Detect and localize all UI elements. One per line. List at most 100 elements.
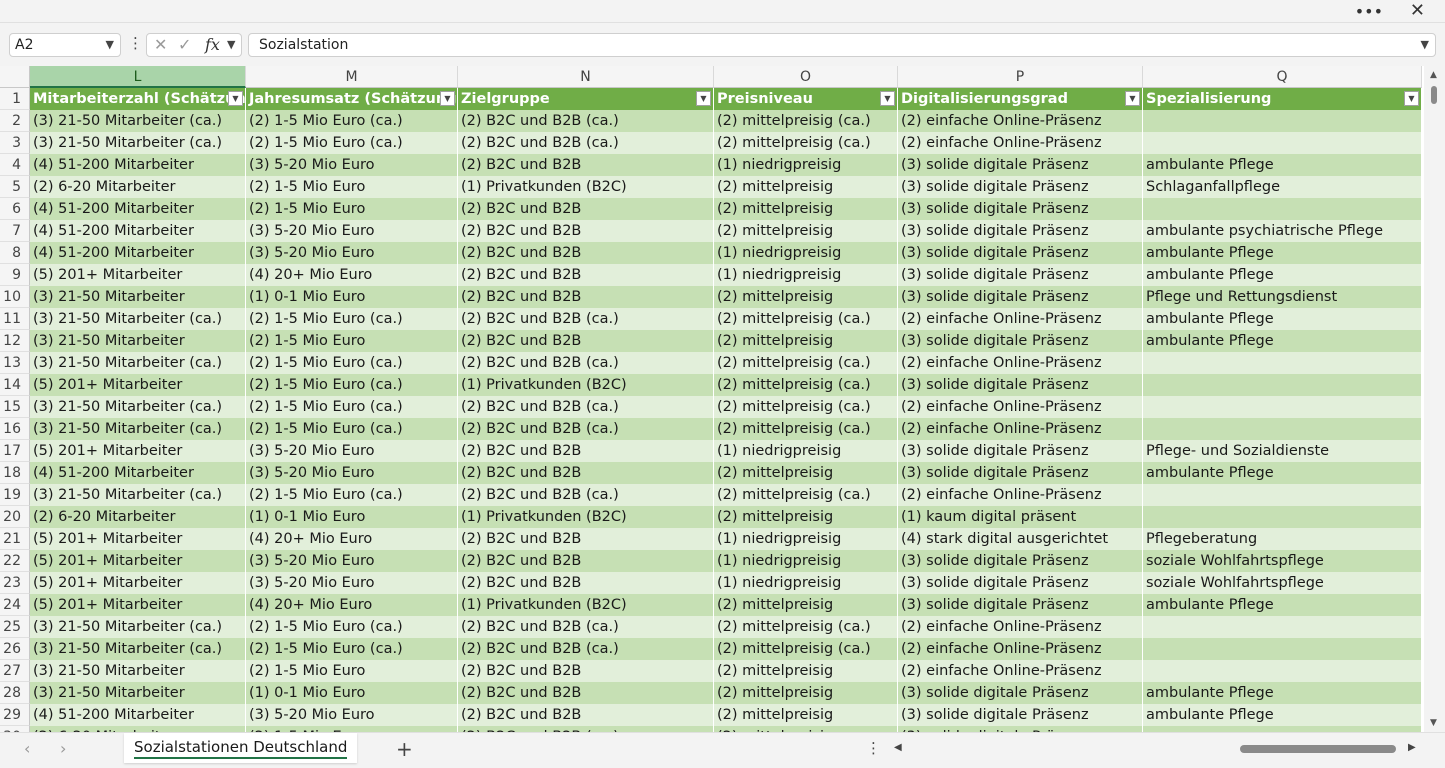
table-cell[interactable]: (2) 1-5 Mio Euro (ca.)	[246, 132, 458, 154]
table-cell[interactable]: (1) niedrigpreisig	[714, 264, 898, 286]
function-icon[interactable]: fx	[205, 35, 220, 54]
row-number[interactable]: 17	[0, 440, 30, 462]
table-cell[interactable]: (3) 21-50 Mitarbeiter (ca.)	[30, 396, 246, 418]
table-cell[interactable]: (3) 21-50 Mitarbeiter	[30, 286, 246, 308]
table-cell[interactable]: (3) 21-50 Mitarbeiter (ca.)	[30, 616, 246, 638]
table-cell[interactable]: Schlaganfallpflege	[1143, 176, 1422, 198]
table-cell[interactable]: (3) 5-20 Mio Euro	[246, 242, 458, 264]
table-cell[interactable]: (1) 0-1 Mio Euro	[246, 682, 458, 704]
table-cell[interactable]: (2) B2C und B2B (ca.)	[458, 308, 714, 330]
table-cell[interactable]: (3) solide digitale Präsenz	[898, 242, 1143, 264]
table-cell[interactable]: (3) 21-50 Mitarbeiter (ca.)	[30, 110, 246, 132]
table-cell[interactable]: (2) einfache Online-Präsenz	[898, 418, 1143, 440]
table-cell[interactable]: (5) 201+ Mitarbeiter	[30, 374, 246, 396]
table-cell[interactable]: (2) 1-5 Mio Euro (ca.)	[246, 638, 458, 660]
table-cell[interactable]	[1143, 352, 1422, 374]
table-cell[interactable]: (2) mittelpreisig	[714, 220, 898, 242]
table-cell[interactable]: (3) 5-20 Mio Euro	[246, 462, 458, 484]
table-cell[interactable]: (2) mittelpreisig	[714, 198, 898, 220]
table-cell[interactable]: (2) B2C und B2B	[458, 198, 714, 220]
table-cell[interactable]: (5) 201+ Mitarbeiter	[30, 550, 246, 572]
next-sheet-icon[interactable]: ›	[60, 739, 66, 758]
sheet-tab[interactable]: Sozialstationen Deutschland	[124, 733, 358, 763]
table-cell[interactable]: (3) 5-20 Mio Euro	[246, 154, 458, 176]
row-number[interactable]: 15	[0, 396, 30, 418]
row-number[interactable]: 29	[0, 704, 30, 726]
row-number[interactable]: 16	[0, 418, 30, 440]
table-cell[interactable]: (2) mittelpreisig	[714, 330, 898, 352]
table-cell[interactable]: Pflege- und Sozialdienste	[1143, 440, 1422, 462]
table-cell[interactable]: (2) 1-5 Mio Euro (ca.)	[246, 484, 458, 506]
table-cell[interactable]: (1) 0-1 Mio Euro	[246, 286, 458, 308]
table-cell[interactable]: (1) Privatkunden (B2C)	[458, 594, 714, 616]
row-number[interactable]: 3	[0, 132, 30, 154]
table-cell[interactable]: (2) einfache Online-Präsenz	[898, 132, 1143, 154]
table-cell[interactable]: (2) B2C und B2B	[458, 330, 714, 352]
table-cell[interactable]: (1) niedrigpreisig	[714, 440, 898, 462]
table-cell[interactable]: (4) 20+ Mio Euro	[246, 264, 458, 286]
column-header[interactable]: P	[898, 66, 1143, 88]
table-cell[interactable]: (3) 5-20 Mio Euro	[246, 572, 458, 594]
table-cell[interactable]: (2) 1-5 Mio Euro	[246, 660, 458, 682]
check-icon[interactable]: ✓	[178, 35, 191, 54]
table-cell[interactable]: (3) solide digitale Präsenz	[898, 286, 1143, 308]
table-cell[interactable]: ambulante Pflege	[1143, 308, 1422, 330]
table-cell[interactable]: (3) solide digitale Präsenz	[898, 154, 1143, 176]
table-cell[interactable]: (2) mittelpreisig	[714, 286, 898, 308]
table-cell[interactable]: (2) B2C und B2B	[458, 572, 714, 594]
table-cell[interactable]	[1143, 660, 1422, 682]
table-cell[interactable]: (3) solide digitale Präsenz	[898, 374, 1143, 396]
table-cell[interactable]	[1143, 616, 1422, 638]
table-cell[interactable]: (1) niedrigpreisig	[714, 242, 898, 264]
table-cell[interactable]: (2) 1-5 Mio Euro (ca.)	[246, 374, 458, 396]
row-number[interactable]: 21	[0, 528, 30, 550]
table-cell[interactable]: (3) 21-50 Mitarbeiter (ca.)	[30, 418, 246, 440]
table-cell[interactable]: (2) mittelpreisig (ca.)	[714, 418, 898, 440]
scroll-thumb[interactable]	[1431, 86, 1437, 104]
table-cell[interactable]: (3) solide digitale Präsenz	[898, 176, 1143, 198]
table-cell[interactable]: (2) B2C und B2B (ca.)	[458, 352, 714, 374]
table-cell[interactable]: (1) niedrigpreisig	[714, 154, 898, 176]
table-cell[interactable]: (2) mittelpreisig	[714, 462, 898, 484]
table-cell[interactable]: ambulante Pflege	[1143, 704, 1422, 726]
row-number[interactable]: 25	[0, 616, 30, 638]
row-number[interactable]: 4	[0, 154, 30, 176]
table-cell[interactable]: ambulante Pflege	[1143, 462, 1422, 484]
table-cell[interactable]: (5) 201+ Mitarbeiter	[30, 528, 246, 550]
table-cell[interactable]: (1) kaum digital präsent	[898, 506, 1143, 528]
more-dots-icon[interactable]: •••	[1355, 2, 1383, 21]
row-number[interactable]: 9	[0, 264, 30, 286]
row-number[interactable]: 11	[0, 308, 30, 330]
table-cell[interactable]: (2) 1-5 Mio Euro (ca.)	[246, 396, 458, 418]
filter-dropdown-icon[interactable]: ▼	[696, 91, 711, 106]
filter-dropdown-icon[interactable]: ▼	[228, 91, 243, 106]
table-cell[interactable]: (3) solide digitale Präsenz	[898, 594, 1143, 616]
table-cell[interactable]: (2) 1-5 Mio Euro	[246, 198, 458, 220]
table-cell[interactable]: (1) Privatkunden (B2C)	[458, 176, 714, 198]
table-cell[interactable]: ambulante Pflege	[1143, 154, 1422, 176]
formula-input[interactable]: Sozialstation ▼	[248, 33, 1436, 57]
table-cell[interactable]: (4) 51-200 Mitarbeiter	[30, 154, 246, 176]
table-cell[interactable]: (3) 21-50 Mitarbeiter (ca.)	[30, 484, 246, 506]
table-cell[interactable]: (5) 201+ Mitarbeiter	[30, 440, 246, 462]
table-cell[interactable]: (2) mittelpreisig	[714, 594, 898, 616]
row-number[interactable]: 20	[0, 506, 30, 528]
table-cell[interactable]	[1143, 132, 1422, 154]
table-cell[interactable]: (2) B2C und B2B	[458, 528, 714, 550]
filter-dropdown-icon[interactable]: ▼	[1125, 91, 1140, 106]
table-cell[interactable]: (3) 5-20 Mio Euro	[246, 550, 458, 572]
table-cell[interactable]: (2) 1-5 Mio Euro (ca.)	[246, 110, 458, 132]
row-number[interactable]: 18	[0, 462, 30, 484]
table-cell[interactable]: (2) B2C und B2B	[458, 440, 714, 462]
table-cell[interactable]: ambulante Pflege	[1143, 242, 1422, 264]
table-cell[interactable]: (2) B2C und B2B	[458, 154, 714, 176]
table-cell[interactable]: ambulante psychiatrische Pflege	[1143, 220, 1422, 242]
scroll-left-icon[interactable]: ◀	[894, 742, 902, 753]
table-cell[interactable]: (4) 51-200 Mitarbeiter	[30, 220, 246, 242]
filter-dropdown-icon[interactable]: ▼	[880, 91, 895, 106]
table-cell[interactable]: (2) B2C und B2B	[458, 264, 714, 286]
chevron-down-icon[interactable]: ▼	[227, 38, 235, 51]
table-cell[interactable]: (2) mittelpreisig	[714, 682, 898, 704]
table-cell[interactable]: (1) niedrigpreisig	[714, 550, 898, 572]
expand-formula-icon[interactable]: ▼	[1421, 34, 1429, 56]
